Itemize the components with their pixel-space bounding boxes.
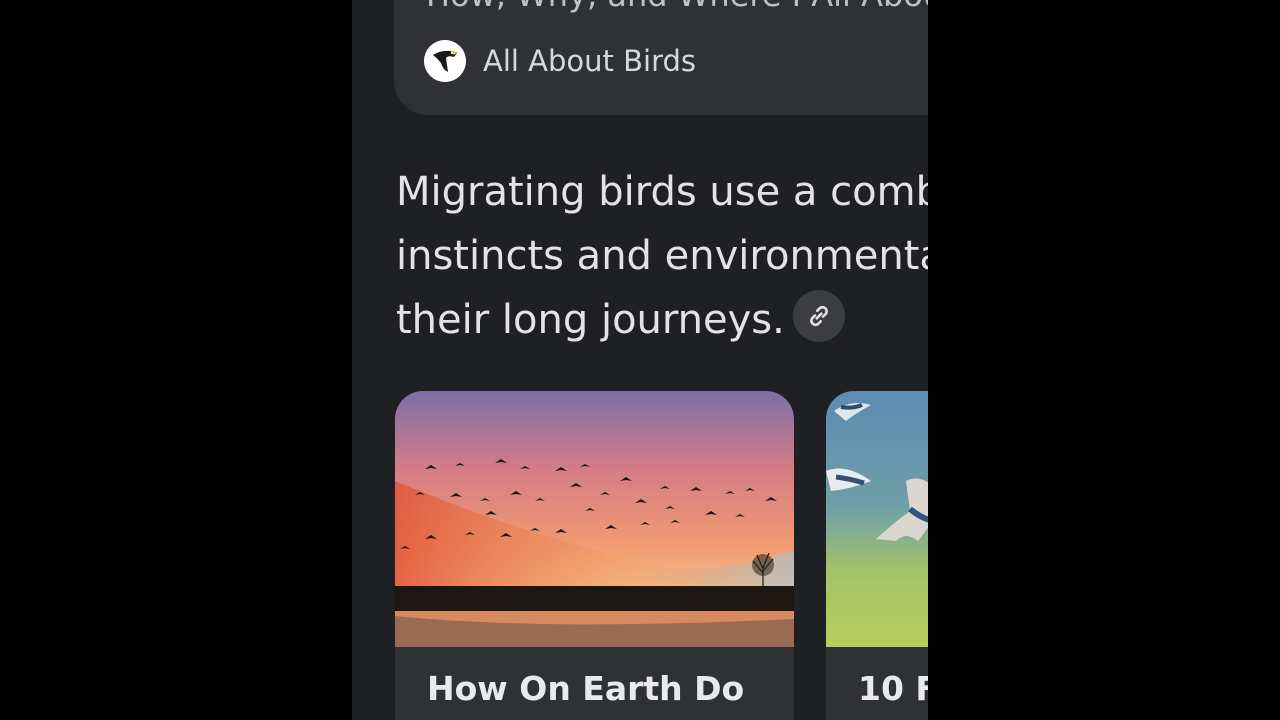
source-card[interactable]: How, Why, and Where I All About All Abou… bbox=[394, 0, 928, 115]
result-title: How On Earth Do bbox=[427, 669, 745, 708]
answer-line-2: instincts and environmental bbox=[396, 233, 928, 279]
answer-line-1: Migrating birds use a combi bbox=[396, 169, 928, 215]
flying-birds-image bbox=[826, 391, 928, 647]
ai-answer-text: Migrating birds use a combi instincts an… bbox=[396, 160, 928, 352]
geese-sunset-image bbox=[395, 391, 794, 647]
result-card[interactable]: How On Earth Do bbox=[395, 391, 794, 720]
answer-line-3-text: their long journeys. bbox=[396, 297, 785, 343]
source-card-title: How, Why, and Where I All About bbox=[426, 0, 928, 14]
result-title: 10 F bbox=[858, 669, 928, 708]
cornell-bird-logo-icon bbox=[424, 40, 466, 82]
phone-screen: How, Why, and Where I All About All Abou… bbox=[352, 0, 928, 720]
source-row[interactable]: All About Birds bbox=[424, 40, 696, 82]
result-card[interactable]: 10 F bbox=[826, 391, 928, 720]
link-icon[interactable] bbox=[792, 290, 845, 342]
answer-line-3: their long journeys. bbox=[396, 288, 928, 352]
source-site-name: All About Birds bbox=[483, 44, 697, 78]
